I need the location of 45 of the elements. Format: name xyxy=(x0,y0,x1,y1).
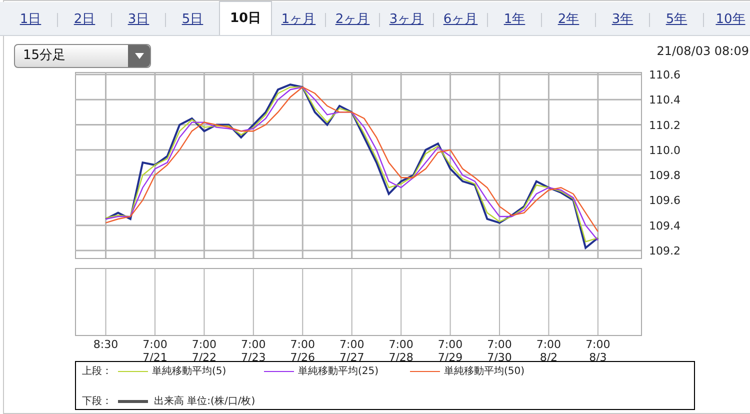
axis-tick-label: 7:00 7/26 xyxy=(289,338,316,364)
interval-dropdown[interactable]: 15分足 xyxy=(14,44,151,68)
axis-tick-label: 7:00 7/23 xyxy=(240,338,267,364)
caret-icon xyxy=(134,53,144,59)
axis-tick-label: 7:00 7/21 xyxy=(142,338,168,364)
legend-label: 単純移動平均(50) xyxy=(444,364,525,378)
axis-tick-label: 7:00 7/28 xyxy=(388,338,414,364)
axis-tick-label: 110.0 xyxy=(649,144,680,157)
period-tab[interactable]: 2年 xyxy=(542,5,595,35)
axis-tick-label: 7:00 7/30 xyxy=(486,338,513,364)
axis-tick-label: 7:00 8/2 xyxy=(535,338,562,364)
legend-line xyxy=(118,370,148,372)
period-tab[interactable]: 10日 xyxy=(219,1,272,35)
timestamp: 21/08/03 08:09 xyxy=(656,43,749,60)
axis-tick-label: 7:00 7/27 xyxy=(338,338,366,364)
axis-tick-label: 7:00 8/3 xyxy=(584,338,612,364)
period-tab[interactable]: 2ヶ月 xyxy=(326,5,379,35)
axis-tick-label: 7:00 7/29 xyxy=(436,338,464,364)
legend-label: 上段： xyxy=(82,364,112,378)
axis-tick-label: 109.4 xyxy=(649,219,680,232)
axis-tick-label: 110.2 xyxy=(649,118,680,132)
period-tab[interactable]: 2日 xyxy=(58,5,111,35)
period-tab[interactable]: 1年 xyxy=(488,5,541,35)
axis-tick-label: 110.4 xyxy=(649,94,680,107)
legend-label: 下段： xyxy=(82,394,112,408)
period-tab[interactable]: 3日 xyxy=(112,5,165,35)
legend-label: 出来高 単位:(株/口/枚) xyxy=(154,394,256,408)
period-tab[interactable]: 3年 xyxy=(596,5,649,35)
period-tab[interactable]: 1日 xyxy=(4,5,57,35)
period-tab[interactable]: 10年 xyxy=(704,5,750,35)
legend-label: 単純移動平均(25) xyxy=(298,364,379,378)
period-tab[interactable]: 6ヶ月 xyxy=(434,5,487,35)
period-tab[interactable]: 5年 xyxy=(650,5,703,35)
period-tab[interactable]: 3ヶ月 xyxy=(380,5,433,35)
legend-line xyxy=(264,370,294,372)
axis-tick-label: 110.6 xyxy=(649,68,680,82)
axis-tick-label: 109.6 xyxy=(649,194,680,208)
legend-line xyxy=(410,370,440,372)
axis-tick-label: 109.8 xyxy=(649,169,680,182)
axis-tick-label: 8:30 xyxy=(92,338,120,351)
period-tab[interactable]: 5日 xyxy=(166,5,219,35)
legend-label: 単純移動平均(5) xyxy=(152,364,226,378)
axis-tick-label: 7:00 7/22 xyxy=(190,338,218,364)
axis-tick-label: 109.2 xyxy=(649,244,680,258)
period-tab[interactable]: 1ヶ月 xyxy=(272,5,325,35)
